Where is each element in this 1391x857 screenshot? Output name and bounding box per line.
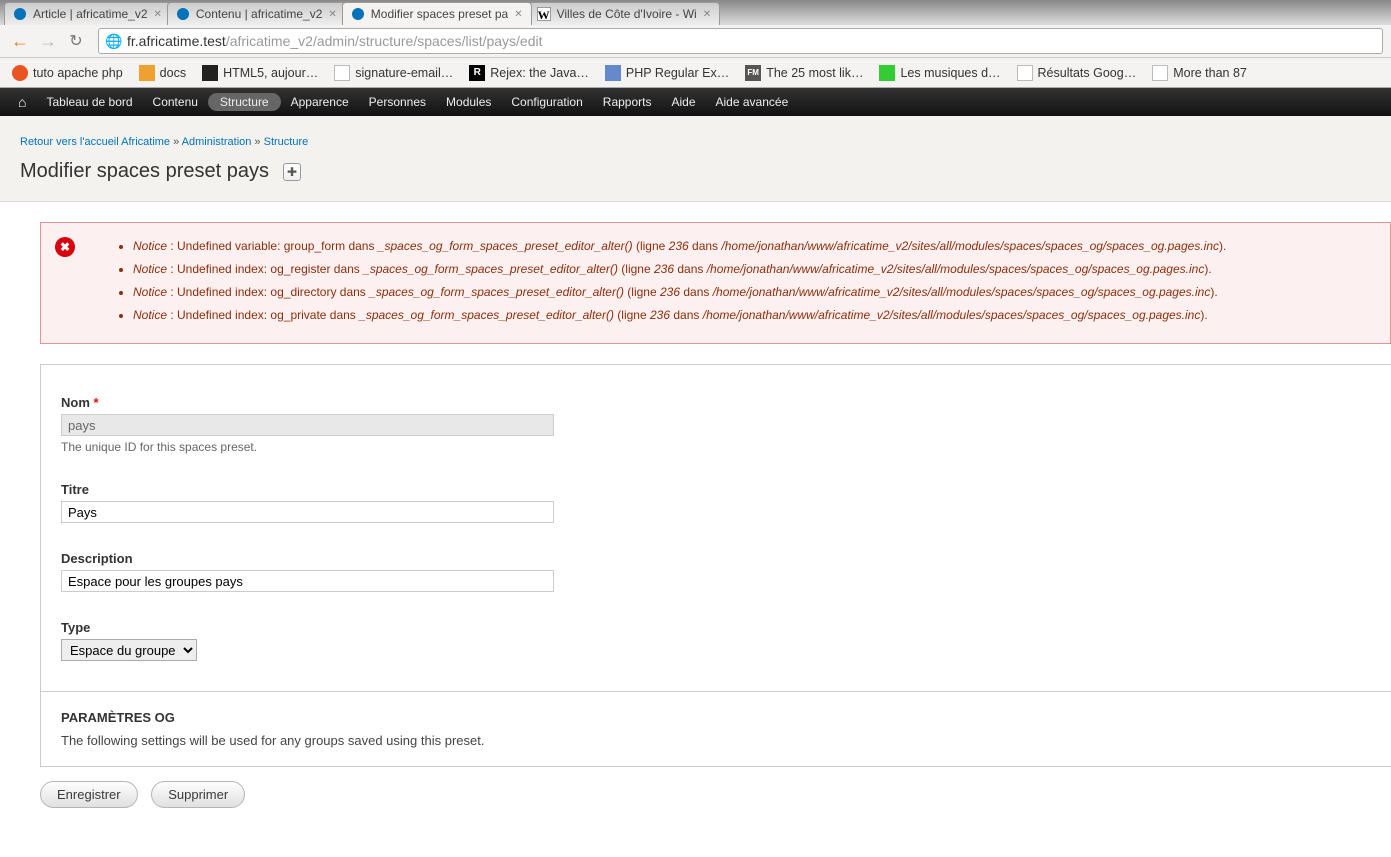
titre-input[interactable] <box>61 501 554 523</box>
og-settings-section: PARAMÈTRES OG The following settings wil… <box>40 691 1391 767</box>
bookmark-item[interactable]: FMThe 25 most lik… <box>737 65 871 81</box>
favicon-icon <box>605 65 621 81</box>
back-button[interactable]: ← <box>8 29 32 53</box>
save-button[interactable]: Enregistrer <box>40 781 138 808</box>
url-path: /africatime_v2/admin/structure/spaces/li… <box>226 33 543 49</box>
url-host: fr.africatime.test <box>127 33 226 49</box>
breadcrumb-area: Retour vers l'accueil Africatime » Admin… <box>0 116 1391 202</box>
browser-tab-active[interactable]: Modifier spaces preset pa ✕ <box>342 2 532 25</box>
form-wrapper: Nom * The unique ID for this spaces pres… <box>40 364 1391 691</box>
form-item-type: Type Espace du groupe <box>61 620 1371 661</box>
menu-help[interactable]: Aide <box>661 88 705 116</box>
menu-modules[interactable]: Modules <box>436 88 501 116</box>
arrow-right-icon: → <box>39 31 57 52</box>
og-heading: PARAMÈTRES OG <box>61 710 1371 725</box>
add-icon[interactable]: ✚ <box>283 163 301 181</box>
favicon-icon: R <box>469 65 485 81</box>
page-icon <box>1152 65 1168 81</box>
forward-button[interactable]: → <box>36 29 60 53</box>
drupal-icon <box>176 7 190 21</box>
content: ✖ Notice : Undefined variable: group_for… <box>0 202 1391 842</box>
menu-dashboard[interactable]: Tableau de bord <box>36 88 142 116</box>
error-item: Notice : Undefined index: og_directory d… <box>133 283 1376 301</box>
nom-input <box>61 414 554 436</box>
type-select[interactable]: Espace du groupe <box>61 639 197 661</box>
favicon-icon: FM <box>745 65 761 81</box>
bookmark-item[interactable]: More than 87 <box>1144 65 1255 81</box>
home-link[interactable]: ⌂ <box>8 88 36 117</box>
nom-label: Nom * <box>61 395 1371 410</box>
bookmark-item[interactable]: tuto apache php <box>4 65 131 81</box>
home-icon: ⌂ <box>18 94 26 110</box>
form-item-description: Description <box>61 551 1371 592</box>
browser-tab[interactable]: Article | africatime_v2 ✕ <box>4 2 171 25</box>
folder-icon <box>139 65 155 81</box>
breadcrumb-structure[interactable]: Structure <box>264 136 309 148</box>
close-icon[interactable]: ✕ <box>514 9 522 20</box>
og-description: The following settings will be used for … <box>61 733 1371 748</box>
nom-description: The unique ID for this spaces preset. <box>61 440 1371 454</box>
tab-title: Article | africatime_v2 <box>33 7 148 21</box>
drupal-icon <box>13 7 27 21</box>
globe-icon: 🌐 <box>105 33 121 49</box>
bookmark-item[interactable]: Les musiques d… <box>871 65 1008 81</box>
page-icon <box>334 65 350 81</box>
bookmark-item[interactable]: Résultats Goog… <box>1009 65 1145 81</box>
ubuntu-icon <box>12 65 28 81</box>
menu-advanced-help[interactable]: Aide avancée <box>706 88 799 116</box>
wikipedia-icon: W <box>537 7 551 21</box>
browser-tab[interactable]: W Villes de Côte d'Ivoire - Wi ✕ <box>528 2 721 25</box>
page-icon <box>1017 65 1033 81</box>
reload-icon: ↻ <box>69 31 82 51</box>
description-input[interactable] <box>61 570 554 592</box>
form-item-titre: Titre <box>61 482 1371 523</box>
close-icon[interactable]: ✕ <box>703 9 711 20</box>
browser-tab[interactable]: Contenu | africatime_v2 ✕ <box>167 2 346 25</box>
bookmark-item[interactable]: RRejex: the Java… <box>461 65 597 81</box>
menu-configuration[interactable]: Configuration <box>501 88 592 116</box>
menu-people[interactable]: Personnes <box>359 88 436 116</box>
admin-toolbar: ⌂ Tableau de bord Contenu Structure Appa… <box>0 88 1391 116</box>
bookmark-item[interactable]: HTML5, aujour… <box>194 65 326 81</box>
tab-title: Villes de Côte d'Ivoire - Wi <box>557 7 697 21</box>
error-messages: ✖ Notice : Undefined variable: group_for… <box>40 222 1391 344</box>
description-label: Description <box>61 551 1371 566</box>
breadcrumb: Retour vers l'accueil Africatime » Admin… <box>20 136 1371 148</box>
bookmark-item[interactable]: signature-email… <box>326 65 461 81</box>
form-item-nom: Nom * The unique ID for this spaces pres… <box>61 395 1371 454</box>
breadcrumb-home[interactable]: Retour vers l'accueil Africatime <box>20 136 170 148</box>
delete-button[interactable]: Supprimer <box>151 781 245 808</box>
close-icon[interactable]: ✕ <box>328 9 336 20</box>
menu-structure[interactable]: Structure <box>208 93 281 111</box>
error-item: Notice : Undefined index: og_private dan… <box>133 306 1376 324</box>
type-label: Type <box>61 620 1371 635</box>
breadcrumb-admin[interactable]: Administration <box>182 136 252 148</box>
menu-appearance[interactable]: Apparence <box>281 88 359 116</box>
form-actions: Enregistrer Supprimer <box>40 767 1391 822</box>
error-item: Notice : Undefined index: og_register da… <box>133 260 1376 278</box>
arrow-left-icon: ← <box>11 31 29 52</box>
favicon-icon <box>879 65 895 81</box>
tab-title: Contenu | africatime_v2 <box>196 7 323 21</box>
browser-tabs: Article | africatime_v2 ✕ Contenu | afri… <box>0 0 1391 25</box>
url-bar[interactable]: 🌐 fr.africatime.test/africatime_v2/admin… <box>98 28 1383 54</box>
error-item: Notice : Undefined variable: group_form … <box>133 237 1376 255</box>
close-icon[interactable]: ✕ <box>154 9 162 20</box>
tab-title: Modifier spaces preset pa <box>371 7 508 21</box>
nav-toolbar: ← → ↻ 🌐 fr.africatime.test/africatime_v2… <box>0 25 1391 58</box>
favicon-icon <box>202 65 218 81</box>
menu-content[interactable]: Contenu <box>143 88 208 116</box>
bookmark-item[interactable]: docs <box>131 65 194 81</box>
error-icon: ✖ <box>55 237 75 257</box>
titre-label: Titre <box>61 482 1371 497</box>
required-mark: * <box>94 395 99 410</box>
menu-reports[interactable]: Rapports <box>593 88 662 116</box>
page-title: Modifier spaces preset pays ✚ <box>20 160 1371 183</box>
bookmark-item[interactable]: PHP Regular Ex… <box>597 65 737 81</box>
bookmarks-bar: tuto apache php docs HTML5, aujour… sign… <box>0 58 1391 88</box>
reload-button[interactable]: ↻ <box>64 29 88 53</box>
drupal-icon <box>351 7 365 21</box>
